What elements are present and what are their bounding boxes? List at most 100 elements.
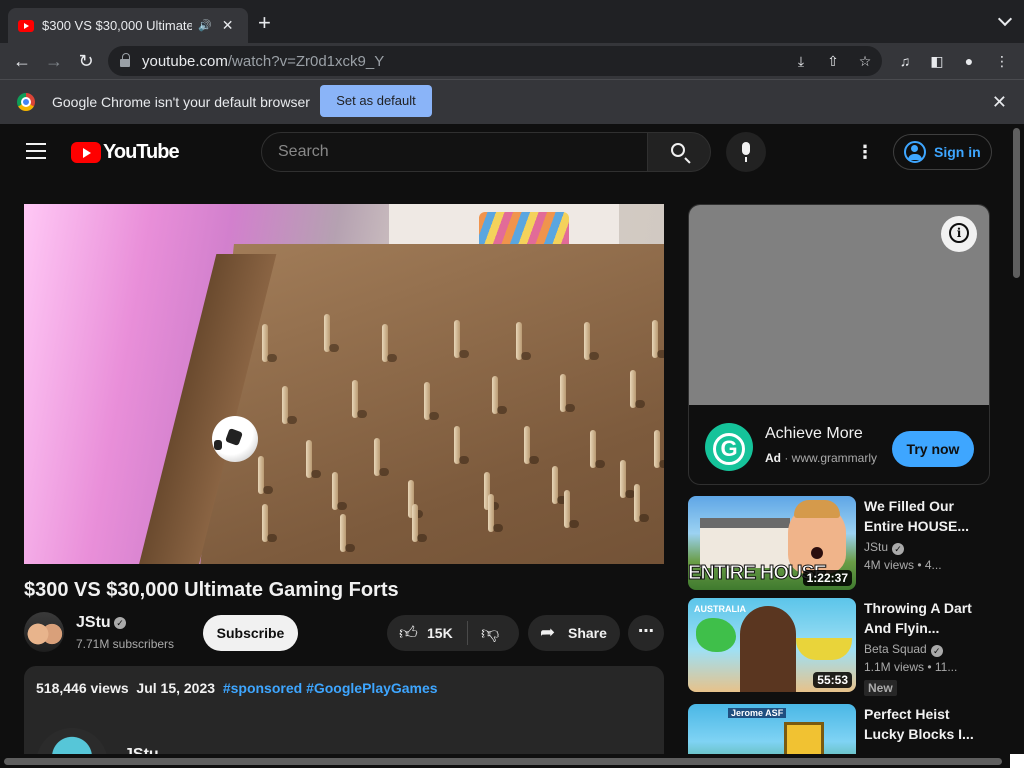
description-box[interactable]: 518,446 views Jul 15, 2023 #sponsored #G… [24, 666, 664, 766]
media-controls-icon[interactable]: ♫ [896, 52, 914, 70]
hashtag-link[interactable]: #GooglePlayGames [306, 680, 438, 696]
board-peg [634, 484, 649, 522]
ad-attribution: Ad · www.grammarly [765, 451, 878, 465]
guide-menu-icon[interactable] [26, 143, 46, 159]
subscribe-button[interactable]: Subscribe [203, 615, 298, 651]
vertical-scrollbar[interactable] [1010, 124, 1024, 754]
recommendation-channel: JStu ✓ [864, 540, 905, 555]
set-as-default-button[interactable]: Set as default [320, 85, 432, 117]
youtube-masthead: YouTube Search ⋮ Sign in [0, 124, 1010, 180]
like-thumb-up-icon[interactable]: 👍︎ [399, 623, 418, 643]
youtube-play-logo-icon [71, 142, 101, 163]
more-actions-icon[interactable]: ⋯ [628, 615, 664, 651]
profile-icon[interactable]: ● [960, 52, 978, 70]
soccer-ball [212, 416, 258, 462]
board-peg [262, 504, 277, 542]
lock-icon[interactable] [120, 53, 130, 67]
new-badge: New [864, 680, 897, 696]
board-peg [524, 426, 539, 464]
back-icon[interactable]: ← [10, 49, 34, 73]
subscriber-count: 7.71M subscribers [76, 637, 175, 651]
chrome-menu-icon[interactable]: ⋮ [993, 52, 1011, 70]
board-peg [374, 438, 389, 476]
bookmark-star-icon[interactable]: ☆ [857, 53, 873, 69]
install-app-icon[interactable]: ⤓ [793, 53, 809, 69]
tab-search-chevron-icon[interactable] [997, 11, 1013, 27]
forward-icon[interactable]: → [42, 49, 66, 73]
board-peg [516, 322, 531, 360]
video-title: $300 VS $30,000 Ultimate Gaming Forts [24, 579, 399, 601]
upload-date: Jul 15, 2023 [136, 680, 216, 696]
sign-in-button[interactable]: Sign in [893, 134, 992, 170]
recommendation-thumbnail[interactable]: Jerome ASF [688, 704, 856, 754]
reload-icon[interactable]: ↻ [74, 49, 98, 73]
recommendation-thumbnail[interactable]: ENTIRE HOUSE 1:22:37 [688, 496, 856, 590]
video-player[interactable] [24, 204, 664, 564]
ad-card[interactable]: G Achieve More Ad · www.grammarly Try no… [688, 204, 990, 485]
recommendation-item[interactable]: AUSTRALIA 55:53 Throwing A Dart And Flyi… [688, 598, 990, 696]
board-peg [382, 324, 397, 362]
audio-playing-icon[interactable]: 🔊 [198, 19, 212, 32]
tab-close-icon[interactable]: ✕ [222, 17, 234, 34]
channel-name[interactable]: JStu [76, 614, 111, 632]
share-button[interactable]: ➦ Share [528, 615, 620, 651]
board-peg [552, 466, 567, 504]
recommendation-title[interactable]: We Filled Our Entire HOUSE... [864, 496, 984, 536]
tab-strip: $300 VS $30,000 Ultimate 🔊 ✕ + [0, 0, 1024, 43]
sign-in-label: Sign in [934, 144, 981, 160]
board-peg [654, 430, 664, 468]
try-now-button[interactable]: Try now [892, 431, 974, 467]
infobar-close-icon[interactable]: ✕ [992, 92, 1007, 113]
voice-search-button[interactable] [726, 132, 766, 172]
recommendation-item[interactable]: ENTIRE HOUSE 1:22:37 We Filled Our Entir… [688, 496, 990, 590]
address-bar[interactable]: youtube.com/watch?v=Zr0d1xck9_Y ⤓ ⇧ ☆ [108, 46, 882, 76]
board-peg [620, 460, 635, 498]
youtube-favicon-icon [18, 19, 34, 32]
thumbnail-text: AUSTRALIA [694, 604, 746, 614]
ad-info-icon[interactable] [941, 216, 977, 252]
board-peg [564, 490, 579, 528]
board-peg [492, 376, 507, 414]
recommendation-stats: 1.1M views • 11... [864, 660, 958, 674]
board-peg [454, 320, 469, 358]
new-tab-icon[interactable]: + [258, 12, 271, 34]
search-input[interactable]: Search [261, 132, 648, 172]
board-peg [584, 322, 599, 360]
duration-badge: 55:53 [813, 672, 852, 688]
url-path: /watch?v=Zr0d1xck9_Y [227, 52, 385, 70]
thumbnail-text: Jerome ASF [728, 708, 787, 718]
grammarly-logo-icon: G [705, 423, 753, 471]
duration-badge: 1:22:37 [802, 570, 852, 586]
recommendation-item[interactable]: Jerome ASF Perfect Heist Lucky Blocks I.… [688, 704, 990, 754]
browser-tab[interactable]: $300 VS $30,000 Ultimate 🔊 ✕ [8, 8, 248, 43]
youtube-logo[interactable]: YouTube [71, 141, 180, 164]
recommendation-channel: Beta Squad ✓ [864, 642, 943, 657]
recommendation-thumbnail[interactable]: AUSTRALIA 55:53 [688, 598, 856, 692]
tab-title: $300 VS $30,000 Ultimate [42, 18, 192, 33]
side-panel-icon[interactable]: ◧ [928, 52, 946, 70]
ad-headline: Achieve More [765, 425, 863, 442]
channel-avatar[interactable] [24, 612, 64, 652]
scrollbar-thumb[interactable] [1013, 128, 1020, 278]
horizontal-scrollbar[interactable] [0, 754, 1010, 768]
view-count: 518,446 views [36, 680, 129, 696]
search-button[interactable] [647, 132, 711, 172]
like-count[interactable]: 15K [427, 625, 453, 641]
board-peg [590, 430, 605, 468]
infobar-message: Google Chrome isn't your default browser [52, 94, 310, 110]
board-peg [412, 504, 427, 542]
scrollbar-thumb[interactable] [4, 758, 1002, 765]
recommendation-title[interactable]: Perfect Heist Lucky Blocks I... [864, 704, 984, 744]
recommendation-title[interactable]: Throwing A Dart And Flyin... [864, 598, 984, 638]
dislike-thumb-down-icon[interactable]: 👎︎ [481, 623, 499, 643]
share-arrow-icon: ➦ [540, 622, 556, 642]
share-page-icon[interactable]: ⇧ [825, 53, 841, 69]
search-icon [671, 143, 685, 157]
verified-badge-icon: ✓ [892, 543, 905, 555]
settings-kebab-icon[interactable]: ⋮ [856, 142, 874, 162]
board-peg [262, 324, 277, 362]
recommendation-stats: 4M views • 4... [864, 558, 942, 572]
share-label: Share [568, 625, 607, 641]
hashtag-link[interactable]: #sponsored [223, 680, 302, 696]
board-peg [652, 320, 664, 358]
